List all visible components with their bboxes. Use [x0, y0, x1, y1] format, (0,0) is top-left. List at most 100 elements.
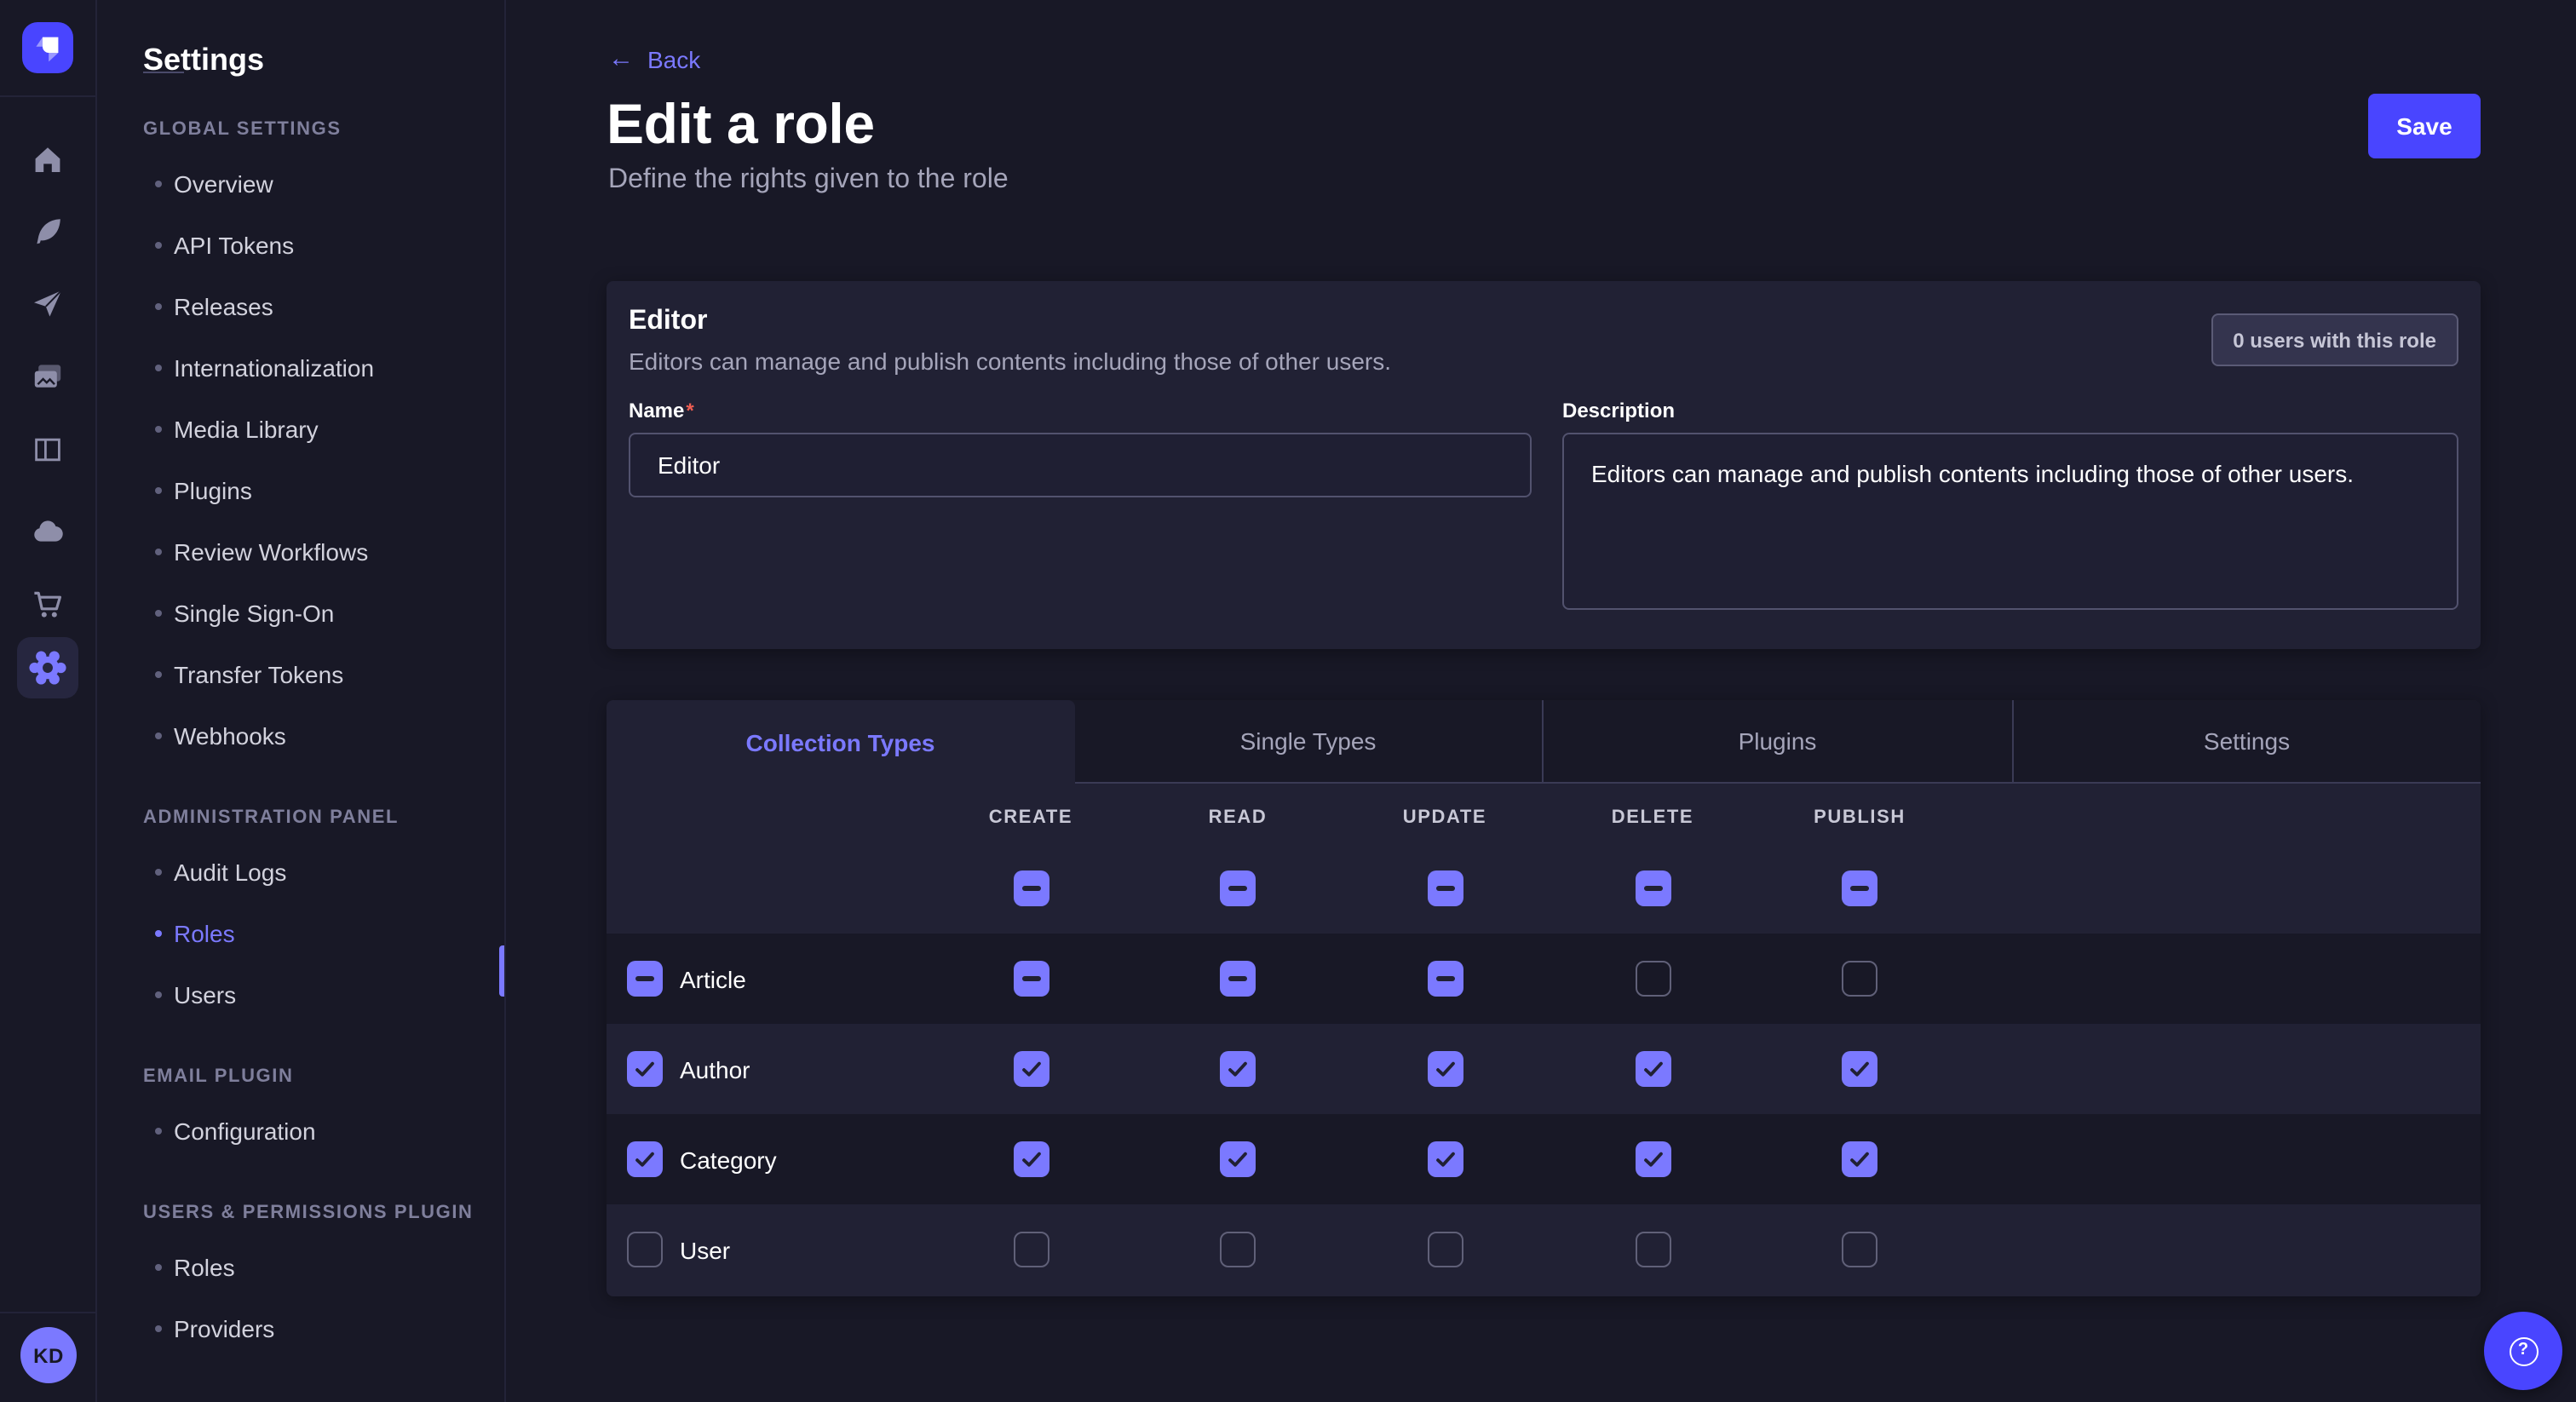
description-field-label: Description	[1562, 399, 1675, 422]
name-input[interactable]	[629, 433, 1532, 497]
permissions-header-row: CREATEREADUPDATEDELETEPUBLISH	[607, 784, 2481, 934]
sidebar-item-plugins[interactable]: Plugins	[97, 460, 504, 521]
back-label: Back	[647, 46, 700, 73]
main-content: ← Back Edit a role Define the rights giv…	[506, 0, 2576, 1402]
permissions-card: Collection TypesSingle TypesPluginsSetti…	[607, 700, 2481, 1296]
sidebar-item-roles[interactable]: Roles	[97, 903, 504, 964]
rail-divider	[0, 95, 97, 97]
nav-layout-icon[interactable]	[17, 419, 78, 480]
app-root: KD Settings GLOBAL SETTINGSOverviewAPI T…	[0, 0, 2576, 1402]
checkbox-category-publish[interactable]	[1842, 1141, 1877, 1177]
strapi-logo-icon[interactable]	[22, 22, 73, 73]
row-label: User	[680, 1236, 730, 1263]
tab-plugins[interactable]: Plugins	[1542, 700, 2011, 784]
checkbox-header-update[interactable]	[1427, 871, 1463, 906]
sidebar-section-list: Audit LogsRolesUsers	[97, 842, 504, 1026]
back-link[interactable]: ← Back	[608, 46, 700, 73]
column-header-read: READ	[1209, 807, 1268, 828]
sidebar-item-review-workflows[interactable]: Review Workflows	[97, 521, 504, 583]
checkbox-article-delete[interactable]	[1635, 961, 1670, 997]
role-name-heading: Editor	[629, 307, 707, 337]
nav-cart-icon[interactable]	[17, 574, 78, 635]
checkbox-category-create[interactable]	[1013, 1141, 1049, 1177]
sidebar-item-single-sign-on[interactable]: Single Sign-On	[97, 583, 504, 644]
table-row-article: Article	[607, 934, 2481, 1024]
checkbox-author-read[interactable]	[1220, 1051, 1256, 1087]
name-field-label: Name*	[629, 399, 694, 422]
checkbox-article-publish[interactable]	[1842, 961, 1877, 997]
sidebar-item-media-library[interactable]: Media Library	[97, 399, 504, 460]
checkbox-row-category[interactable]	[627, 1141, 663, 1177]
nav-gear-icon[interactable]	[17, 637, 78, 698]
table-row-author: Author	[607, 1024, 2481, 1114]
page-subtitle: Define the rights given to the role	[608, 165, 1009, 196]
checkbox-author-publish[interactable]	[1842, 1051, 1877, 1087]
users-with-role-button[interactable]: 0 users with this role	[2211, 313, 2458, 366]
sidebar-item-internationalization[interactable]: Internationalization	[97, 337, 504, 399]
checkbox-user-read[interactable]	[1220, 1232, 1256, 1267]
role-details-card: Editor Editors can manage and publish co…	[607, 281, 2481, 649]
checkbox-header-read[interactable]	[1220, 871, 1256, 906]
checkbox-user-publish[interactable]	[1842, 1232, 1877, 1267]
back-arrow-icon: ←	[608, 48, 634, 72]
permissions-table: CREATEREADUPDATEDELETEPUBLISH ArticleAut…	[607, 784, 2481, 1296]
tab-single-types[interactable]: Single Types	[1074, 700, 1542, 784]
checkbox-header-publish[interactable]	[1842, 871, 1877, 906]
nav-feather-icon[interactable]	[17, 201, 78, 262]
sidebar-item-providers[interactable]: Providers	[97, 1298, 504, 1359]
permissions-tabs: Collection TypesSingle TypesPluginsSetti…	[607, 700, 2481, 784]
nav-rail: KD	[0, 0, 97, 1402]
checkbox-header-create[interactable]	[1013, 871, 1049, 906]
save-button[interactable]: Save	[2368, 94, 2481, 158]
sidebar-item-overview[interactable]: Overview	[97, 153, 504, 215]
sidebar-item-api-tokens[interactable]: API Tokens	[97, 215, 504, 276]
checkbox-row-author[interactable]	[627, 1051, 663, 1087]
sidebar-item-users[interactable]: Users	[97, 964, 504, 1026]
settings-sidebar: Settings GLOBAL SETTINGSOverviewAPI Toke…	[97, 0, 506, 1402]
checkbox-article-create[interactable]	[1013, 961, 1049, 997]
column-header-update: UPDATE	[1403, 807, 1486, 828]
sidebar-item-webhooks[interactable]: Webhooks	[97, 705, 504, 767]
table-row-user: User	[607, 1204, 2481, 1295]
description-textarea[interactable]: Editors can manage and publish contents …	[1562, 433, 2458, 610]
checkbox-user-create[interactable]	[1013, 1232, 1049, 1267]
checkbox-author-delete[interactable]	[1635, 1051, 1670, 1087]
checkbox-header-delete[interactable]	[1635, 871, 1670, 906]
sidebar-item-transfer-tokens[interactable]: Transfer Tokens	[97, 644, 504, 705]
question-mark-icon: ?	[2509, 1336, 2538, 1365]
tab-collection-types[interactable]: Collection Types	[607, 700, 1074, 784]
checkbox-row-article[interactable]	[627, 961, 663, 997]
checkbox-author-create[interactable]	[1013, 1051, 1049, 1087]
sidebar-section-email-plugin: EMAIL PLUGIN	[97, 1053, 504, 1100]
checkbox-article-update[interactable]	[1427, 961, 1463, 997]
checkbox-row-user[interactable]	[627, 1232, 663, 1267]
tab-settings[interactable]: Settings	[2011, 700, 2481, 784]
checkbox-article-read[interactable]	[1220, 961, 1256, 997]
checkbox-author-update[interactable]	[1427, 1051, 1463, 1087]
page-title: Edit a role	[607, 92, 875, 157]
checkbox-category-update[interactable]	[1427, 1141, 1463, 1177]
nav-send-icon[interactable]	[17, 273, 78, 334]
checkbox-user-update[interactable]	[1427, 1232, 1463, 1267]
sidebar-title: Settings	[97, 0, 504, 41]
sidebar-section-list: Configuration	[97, 1100, 504, 1162]
checkbox-category-read[interactable]	[1220, 1141, 1256, 1177]
nav-cloud-icon[interactable]	[17, 501, 78, 562]
column-header-delete: DELETE	[1612, 807, 1693, 828]
checkbox-user-delete[interactable]	[1635, 1232, 1670, 1267]
sidebar-section-list: OverviewAPI TokensReleasesInternationali…	[97, 153, 504, 767]
help-button[interactable]: ?	[2484, 1312, 2562, 1390]
sidebar-section-users-permissions-plugin: USERS & PERMISSIONS PLUGIN	[97, 1189, 504, 1237]
column-header-publish: PUBLISH	[1814, 807, 1906, 828]
sidebar-item-releases[interactable]: Releases	[97, 276, 504, 337]
checkbox-category-delete[interactable]	[1635, 1141, 1670, 1177]
sidebar-item-roles[interactable]: Roles	[97, 1237, 504, 1298]
nav-media-icon[interactable]	[17, 346, 78, 407]
sidebar-item-audit-logs[interactable]: Audit Logs	[97, 842, 504, 903]
user-avatar[interactable]: KD	[20, 1327, 77, 1383]
sidebar-section-administration-panel: ADMINISTRATION PANEL	[97, 794, 504, 842]
nav-home-icon[interactable]	[17, 129, 78, 191]
row-label: Category	[680, 1146, 777, 1173]
sidebar-item-configuration[interactable]: Configuration	[97, 1100, 504, 1162]
role-description-text: Editors can manage and publish contents …	[629, 348, 1391, 375]
